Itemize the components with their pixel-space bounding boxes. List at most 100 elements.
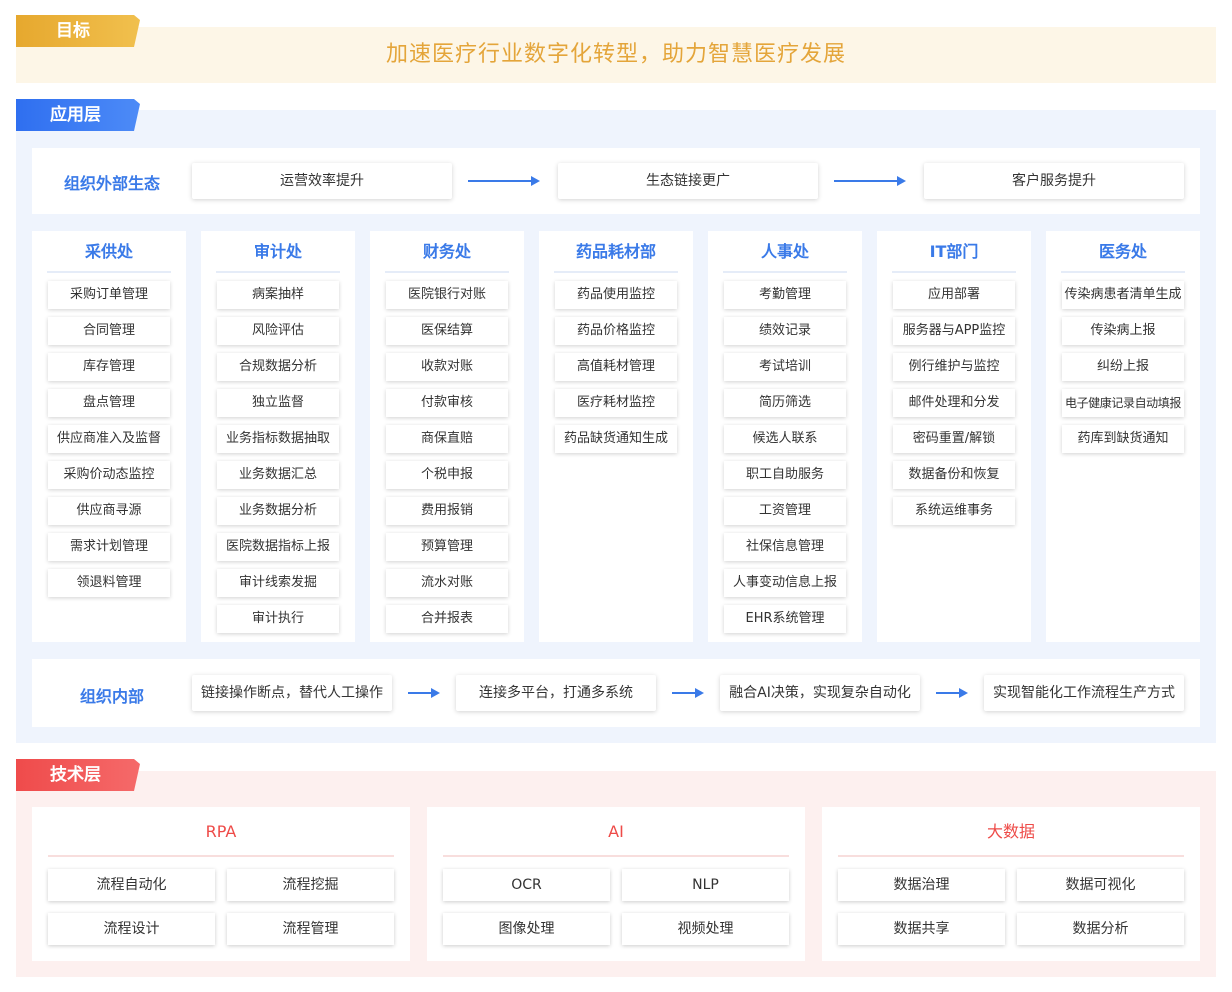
dept-item: 药库到缺货通知 xyxy=(1062,425,1184,453)
dept-item: 供应商寻源 xyxy=(48,497,170,525)
tech-layer-tag: 技术层 xyxy=(16,759,140,791)
tech-group-ai: AI OCR NLP 图像处理 视频处理 xyxy=(427,807,805,961)
tech-item: 流程设计 xyxy=(48,913,215,945)
dept-pharmacy: 药品耗材部 药品使用监控 药品价格监控 高值耗材管理 医疗耗材监控 药品缺货通知… xyxy=(539,231,693,642)
dept-title: 医务处 xyxy=(1061,241,1185,273)
dept-item: 需求计划管理 xyxy=(48,533,170,561)
dept-procurement: 采供处 采购订单管理 合同管理 库存管理 盘点管理 供应商准入及监督 采购价动态… xyxy=(32,231,186,642)
tech-item: 流程自动化 xyxy=(48,869,215,901)
dept-item: 简历筛选 xyxy=(724,389,846,417)
dept-item: 业务指标数据抽取 xyxy=(217,425,339,453)
external-step: 客户服务提升 xyxy=(924,163,1184,199)
dept-item: 工资管理 xyxy=(724,497,846,525)
dept-item: 流水对账 xyxy=(386,569,508,597)
internal-step: 链接操作断点，替代人工操作 xyxy=(192,675,392,711)
flow-arrow xyxy=(672,688,704,698)
tech-item: 数据可视化 xyxy=(1017,869,1184,901)
dept-item: EHR系统管理 xyxy=(724,605,846,633)
dept-item: 传染病上报 xyxy=(1062,317,1184,345)
dept-item: 审计执行 xyxy=(217,605,339,633)
flow-arrow xyxy=(408,688,440,698)
tech-item: 数据治理 xyxy=(838,869,1005,901)
dept-item: 系统运维事务 xyxy=(893,497,1015,525)
dept-item: 病案抽样 xyxy=(217,281,339,309)
internal-step: 实现智能化工作流程生产方式 xyxy=(984,675,1184,711)
dept-title: 采供处 xyxy=(47,241,171,273)
dept-item: 领退料管理 xyxy=(48,569,170,597)
dept-item: 考试培训 xyxy=(724,353,846,381)
dept-item: 高值耗材管理 xyxy=(555,353,677,381)
tech-group-bigdata: 大数据 数据治理 数据可视化 数据共享 数据分析 xyxy=(822,807,1200,961)
dept-item: 审计线索发掘 xyxy=(217,569,339,597)
dept-item: 例行维护与监控 xyxy=(893,353,1015,381)
internal-step: 连接多平台，打通多系统 xyxy=(456,675,656,711)
dept-item: 电子健康记录自动填报 xyxy=(1062,389,1184,417)
tech-item: OCR xyxy=(443,869,610,901)
dept-item: 付款审核 xyxy=(386,389,508,417)
dept-item: 合规数据分析 xyxy=(217,353,339,381)
dept-item: 独立监督 xyxy=(217,389,339,417)
dept-title: 药品耗材部 xyxy=(554,241,678,273)
dept-item: 传染病患者清单生成 xyxy=(1062,281,1184,309)
dept-item: 预算管理 xyxy=(386,533,508,561)
dept-finance: 财务处 医院银行对账 医保结算 收款对账 付款审核 商保直赔 个税申报 费用报销… xyxy=(370,231,524,642)
external-step: 运营效率提升 xyxy=(192,163,452,199)
tech-item: 数据分析 xyxy=(1017,913,1184,945)
dept-item: 合并报表 xyxy=(386,605,508,633)
dept-item: 盘点管理 xyxy=(48,389,170,417)
dept-it: IT部门 应用部署 服务器与APP监控 例行维护与监控 邮件处理和分发 密码重置… xyxy=(877,231,1031,642)
tech-item: 视频处理 xyxy=(622,913,789,945)
dept-item: 药品使用监控 xyxy=(555,281,677,309)
flow-arrow xyxy=(936,688,968,698)
tech-group-rpa: RPA 流程自动化 流程挖掘 流程设计 流程管理 xyxy=(32,807,410,961)
dept-item: 医院银行对账 xyxy=(386,281,508,309)
dept-item: 业务数据分析 xyxy=(217,497,339,525)
app-layer-tag: 应用层 xyxy=(16,99,140,131)
dept-item: 商保直赔 xyxy=(386,425,508,453)
tech-group-title: 大数据 xyxy=(838,821,1184,857)
dept-item: 供应商准入及监督 xyxy=(48,425,170,453)
dept-hr: 人事处 考勤管理 绩效记录 考试培训 简历筛选 候选人联系 职工自助服务 工资管… xyxy=(708,231,862,642)
dept-item: 医院数据指标上报 xyxy=(217,533,339,561)
external-step: 生态链接更广 xyxy=(558,163,818,199)
external-ecosystem-title: 组织外部生态 xyxy=(63,174,160,193)
goal-tag: 目标 xyxy=(16,15,140,47)
dept-item: 收款对账 xyxy=(386,353,508,381)
internal-org-panel: 组织内部 链接操作断点，替代人工操作 连接多平台，打通多系统 融合AI决策，实现… xyxy=(32,659,1200,727)
dept-audit: 审计处 病案抽样 风险评估 合规数据分析 独立监督 业务指标数据抽取 业务数据汇… xyxy=(201,231,355,642)
dept-item: 绩效记录 xyxy=(724,317,846,345)
dept-item: 数据备份和恢复 xyxy=(893,461,1015,489)
tech-item: 图像处理 xyxy=(443,913,610,945)
dept-item: 个税申报 xyxy=(386,461,508,489)
dept-item: 职工自助服务 xyxy=(724,461,846,489)
dept-item: 医疗耗材监控 xyxy=(555,389,677,417)
tech-item: NLP xyxy=(622,869,789,901)
tech-item: 数据共享 xyxy=(838,913,1005,945)
dept-title: 审计处 xyxy=(216,241,340,273)
internal-step: 融合AI决策，实现复杂自动化 xyxy=(720,675,920,711)
dept-item: 医保结算 xyxy=(386,317,508,345)
dept-item: 人事变动信息上报 xyxy=(724,569,846,597)
dept-item: 药品缺货通知生成 xyxy=(555,425,677,453)
dept-item: 考勤管理 xyxy=(724,281,846,309)
dept-item: 库存管理 xyxy=(48,353,170,381)
dept-item: 采购订单管理 xyxy=(48,281,170,309)
dept-item: 纠纷上报 xyxy=(1062,353,1184,381)
dept-item: 风险评估 xyxy=(217,317,339,345)
tech-item: 流程管理 xyxy=(227,913,394,945)
tech-item: 流程挖掘 xyxy=(227,869,394,901)
flow-arrow xyxy=(834,176,906,186)
tech-group-title: RPA xyxy=(48,821,394,857)
dept-item: 应用部署 xyxy=(893,281,1015,309)
dept-item: 服务器与APP监控 xyxy=(893,317,1015,345)
tech-group-title: AI xyxy=(443,821,789,857)
dept-medical-affairs: 医务处 传染病患者清单生成 传染病上报 纠纷上报 电子健康记录自动填报 药库到缺… xyxy=(1046,231,1200,642)
dept-item: 合同管理 xyxy=(48,317,170,345)
internal-org-title: 组织内部 xyxy=(79,687,144,706)
external-ecosystem-panel: 组织外部生态 运营效率提升 生态链接更广 客户服务提升 xyxy=(32,148,1200,214)
dept-title: 财务处 xyxy=(385,241,509,273)
dept-item: 邮件处理和分发 xyxy=(893,389,1015,417)
goal-statement: 加速医疗行业数字化转型，助力智慧医疗发展 xyxy=(385,42,846,67)
dept-item: 费用报销 xyxy=(386,497,508,525)
dept-title: 人事处 xyxy=(723,241,847,273)
